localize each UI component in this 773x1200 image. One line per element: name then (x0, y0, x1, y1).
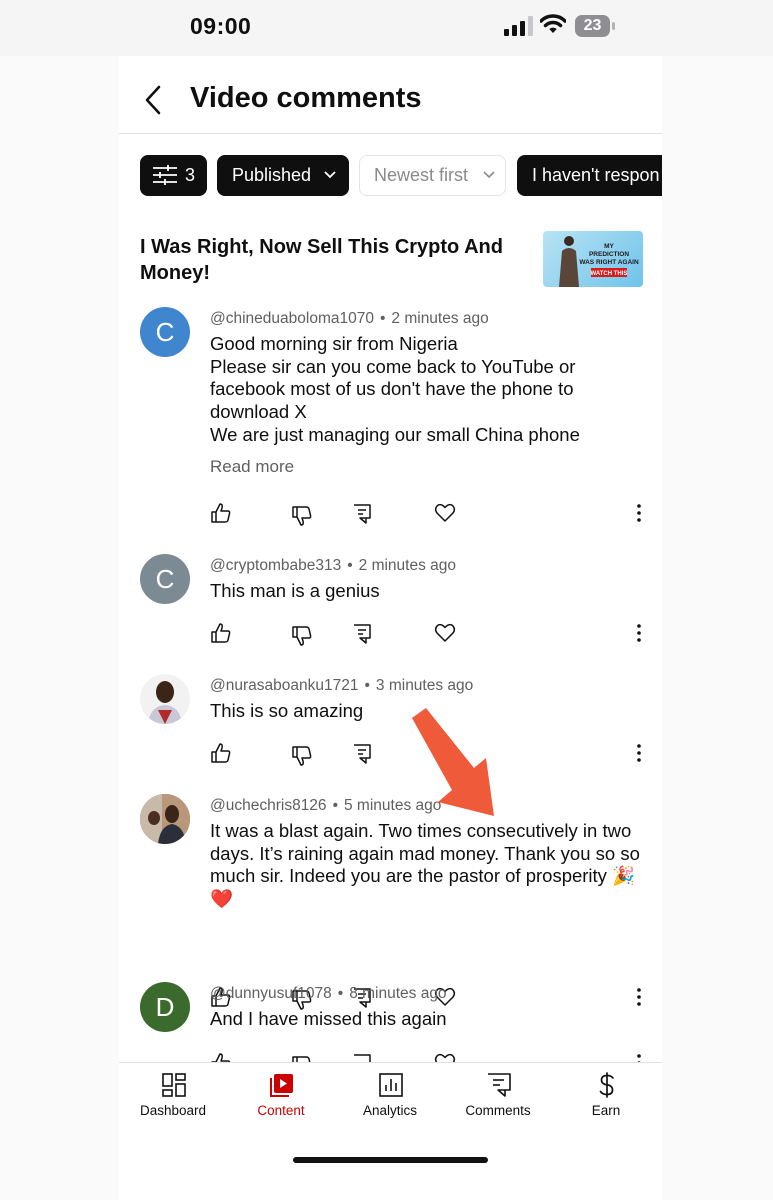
svg-text:MY: MY (604, 243, 614, 250)
comment-time: 2 minutes ago (391, 310, 489, 327)
avatar[interactable]: C (140, 307, 190, 357)
nav-content-label: Content (257, 1103, 305, 1118)
avatar[interactable]: C (140, 554, 190, 604)
comment-meta: @dunnyusuf1078 • 8 minutes ago (210, 985, 447, 1002)
filter-count: 3 (185, 165, 196, 185)
battery-level: 23 (575, 15, 610, 37)
more-options-icon[interactable] (632, 502, 646, 524)
page: Video comments 3 Published Newest first … (119, 56, 662, 1200)
svg-text:WATCH THIS: WATCH THIS (591, 271, 628, 277)
comment-time: 2 minutes ago (358, 557, 457, 574)
comment-author[interactable]: @dunnyusuf1078 (210, 985, 332, 1002)
annotation-arrow-icon (412, 708, 494, 816)
like-icon[interactable] (210, 742, 232, 764)
avatar[interactable] (140, 794, 190, 844)
comment-author[interactable]: @cryptombabe313 (210, 557, 341, 574)
filter-button[interactable]: 3 (140, 155, 207, 196)
heart-icon[interactable] (434, 622, 456, 644)
comment-text: Good morning sir from Nigeria Please sir… (210, 333, 580, 445)
comment-author[interactable]: @chineduaboloma1070 (210, 310, 374, 327)
comment-actions (119, 622, 662, 648)
comment-text: This man is a genius (210, 580, 380, 601)
svg-text:WAS RIGHT AGAIN: WAS RIGHT AGAIN (579, 259, 639, 266)
dislike-icon[interactable] (291, 505, 313, 527)
video-thumbnail[interactable]: MY PREDICTION WAS RIGHT AGAIN WATCH THIS (543, 231, 643, 287)
reply-icon[interactable] (351, 623, 373, 645)
page-title: Video comments (190, 82, 422, 114)
status-bar: 09:00 23 (0, 0, 773, 56)
nav-earn[interactable]: Earn (552, 1063, 660, 1133)
battery-icon: 23 (575, 15, 615, 37)
nav-analytics-label: Analytics (362, 1103, 418, 1118)
comment-author[interactable]: @nurasaboanku1721 (210, 677, 358, 694)
published-filter[interactable]: Published (217, 155, 349, 196)
more-options-icon[interactable] (632, 986, 646, 1008)
more-options-icon[interactable] (632, 622, 646, 644)
header: Video comments (119, 56, 662, 134)
dislike-icon[interactable] (291, 625, 313, 647)
response-filter[interactable]: I haven't respon (517, 155, 662, 196)
comment-time: 3 minutes ago (375, 677, 474, 694)
back-arrow-icon[interactable] (141, 84, 165, 116)
chevron-down-icon (324, 171, 336, 179)
reply-icon[interactable] (351, 743, 373, 765)
sort-filter[interactable]: Newest first (359, 155, 506, 196)
avatar[interactable]: D (140, 982, 190, 1032)
nav-comments-label: Comments (465, 1103, 531, 1118)
chevron-down-icon (483, 171, 495, 179)
home-indicator (293, 1157, 488, 1163)
dislike-icon[interactable] (291, 745, 313, 767)
svg-text:PREDICTION: PREDICTION (589, 251, 629, 258)
sort-label: Newest first (374, 165, 469, 185)
nav-dashboard-label: Dashboard (139, 1103, 207, 1118)
comment-text: It was a blast again. Two times consecut… (210, 820, 640, 910)
comment-actions (119, 502, 662, 528)
published-label: Published (232, 165, 312, 185)
like-icon[interactable] (210, 502, 232, 524)
read-more-link[interactable]: Read more (210, 457, 294, 477)
comments-icon (488, 1073, 511, 1097)
comment-actions (119, 742, 662, 768)
avatar[interactable] (140, 674, 190, 724)
nav-earn-label: Earn (591, 1103, 621, 1118)
comment-meta: @uchechris8126 • 5 minutes ago (210, 797, 442, 814)
dollar-icon (599, 1072, 614, 1098)
clock: 09:00 (190, 13, 252, 39)
video-title: I Was Right, Now Sell This Crypto And Mo… (140, 236, 503, 284)
response-label: I haven't respon (532, 165, 660, 185)
nav-comments[interactable]: Comments (444, 1063, 552, 1133)
comment-text: And I have missed this again (210, 1008, 447, 1029)
reply-icon[interactable] (351, 503, 373, 525)
nav-dashboard[interactable]: Dashboard (119, 1063, 227, 1133)
bottom-navigation: Dashboard Content Analytics Comments Ear… (119, 1062, 662, 1200)
comment-meta: @chineduaboloma1070 • 2 minutes ago (210, 310, 489, 327)
video-header[interactable]: I Was Right, Now Sell This Crypto And Mo… (140, 231, 643, 294)
cellular-signal-icon (504, 16, 533, 36)
comment-time: 8 minutes ago (349, 985, 447, 1002)
dashboard-icon (162, 1073, 186, 1097)
comment-meta: @nurasaboanku1721 • 3 minutes ago (210, 677, 474, 694)
comment-meta: @cryptombabe313 • 2 minutes ago (210, 557, 457, 574)
analytics-icon (379, 1073, 403, 1097)
more-options-icon[interactable] (632, 742, 646, 764)
content-icon (270, 1074, 293, 1097)
comment-author[interactable]: @uchechris8126 (210, 797, 327, 814)
wifi-icon (540, 14, 566, 33)
sliders-icon (153, 165, 177, 185)
heart-icon[interactable] (434, 502, 456, 524)
nav-analytics[interactable]: Analytics (336, 1063, 444, 1133)
filter-chips: 3 Published Newest first I haven't respo… (140, 155, 662, 196)
like-icon[interactable] (210, 622, 232, 644)
nav-content[interactable]: Content (227, 1063, 335, 1133)
